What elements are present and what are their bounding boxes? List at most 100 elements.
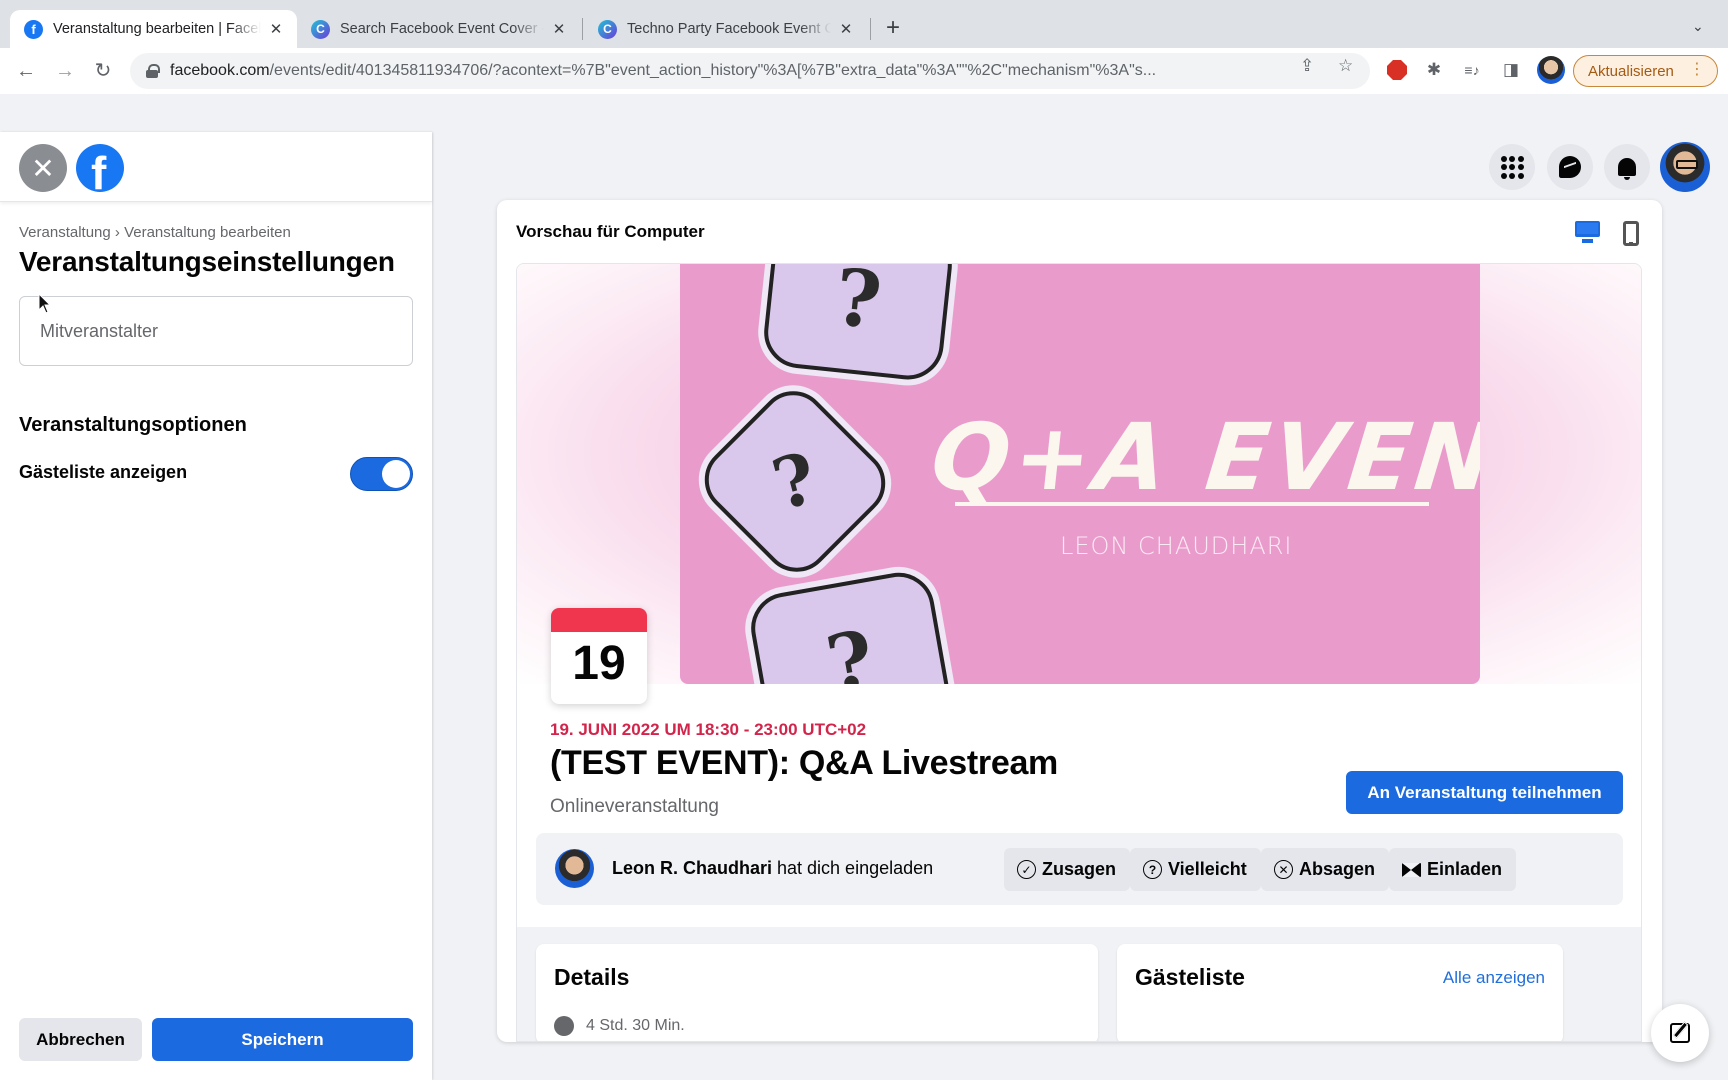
event-cover-image: ? ? ? Q+A EVENT LEON CHAUDHARI [680, 264, 1480, 684]
inviter-avatar[interactable] [555, 849, 594, 888]
address-bar[interactable]: facebook.com/events/edit/401345811934706… [130, 53, 1370, 89]
details-title: Details [554, 964, 630, 990]
guest-list-label: Gästeliste anzeigen [19, 462, 188, 482]
guest-list-title: Gästeliste [1135, 964, 1245, 990]
canva-favicon-icon: C [311, 19, 330, 39]
compose-icon [1670, 1023, 1690, 1043]
mobile-preview-icon[interactable] [1623, 221, 1639, 246]
x-circle-icon: ✕ [1274, 860, 1293, 879]
calendar-date-badge: 19 [551, 608, 647, 704]
preview-title: Vorschau für Computer [516, 222, 705, 241]
facebook-logo-icon[interactable]: f [76, 144, 124, 192]
account-avatar[interactable] [1660, 142, 1710, 192]
new-tab-button[interactable]: + [886, 16, 900, 40]
tab-techno-party-event-cover[interactable]: C Techno Party Facebook Event Cover ✕ [584, 10, 867, 48]
close-icon[interactable]: ✕ [19, 144, 67, 192]
invitation-bar: Leon R. Chaudhari hat dich eingeladen ✓ … [536, 833, 1623, 905]
save-button[interactable]: Speichern [152, 1018, 413, 1061]
speech-bubble-question-icon: ? [745, 567, 956, 684]
invitation-text: Leon R. Chaudhari hat dich eingeladen [612, 858, 934, 878]
tab-title: Veranstaltung bearbeiten | Facebook [53, 21, 261, 37]
reload-button[interactable]: ↻ [90, 58, 116, 84]
cover-headline: Q+A EVENT [926, 404, 1480, 511]
guest-list-card: Gästeliste Alle anzeigen [1117, 944, 1563, 1041]
canva-favicon-icon: C [598, 19, 617, 39]
duration-text: 4 Std. 30 Min. [586, 1017, 685, 1034]
rsvp-label: Zusagen [1042, 859, 1117, 879]
rsvp-label: Vielleicht [1168, 859, 1247, 879]
mouse-cursor-icon [38, 293, 52, 314]
rsvp-going-button[interactable]: ✓ Zusagen [1004, 848, 1131, 891]
cover-subtitle: LEON CHAUDHARI [1060, 532, 1293, 560]
calendar-header [551, 608, 647, 632]
menu-grid-button[interactable] [1489, 144, 1535, 190]
duration-row: 4 Std. 30 Min. [554, 1016, 685, 1036]
invite-button[interactable]: Einladen [1389, 848, 1517, 891]
toggle-knob [382, 460, 410, 488]
desktop-preview-icon[interactable] [1575, 221, 1600, 245]
options-section-title: Veranstaltungsoptionen [19, 414, 247, 436]
new-message-button[interactable] [1651, 1004, 1709, 1062]
clock-icon [554, 1016, 574, 1036]
rsvp-maybe-button[interactable]: ? Vielleicht [1130, 848, 1261, 891]
page-title: Veranstaltungseinstellungen [19, 246, 395, 277]
panel-header: ✕ f [0, 132, 432, 202]
tab-title: Search Facebook Event Cover - Canva [340, 21, 544, 37]
lock-icon[interactable] [146, 64, 160, 78]
cancel-button[interactable]: Abbrechen [19, 1018, 142, 1061]
rsvp-decline-button[interactable]: ✕ Absagen [1261, 848, 1390, 891]
tab-title: Techno Party Facebook Event Cover [627, 21, 831, 37]
calendar-day: 19 [572, 637, 626, 690]
details-card: Details 4 Std. 30 Min. [536, 944, 1098, 1041]
cover-divider [955, 502, 1429, 506]
update-button[interactable]: Aktualisieren ⋮ [1573, 55, 1718, 87]
tab-close-icon[interactable]: ✕ [837, 20, 855, 38]
guest-list-toggle[interactable] [350, 457, 413, 491]
tab-separator [582, 18, 583, 40]
grid-menu-icon [1500, 155, 1524, 179]
envelope-icon [1402, 862, 1421, 877]
update-label: Aktualisieren [1588, 62, 1674, 80]
extensions-puzzle-icon[interactable]: ✱ [1421, 57, 1447, 83]
event-type: Onlineveranstaltung [550, 796, 719, 817]
tab-close-icon[interactable]: ✕ [550, 20, 568, 38]
media-control-icon[interactable]: ≡♪ [1459, 57, 1485, 83]
event-page-preview: ? ? ? Q+A EVENT LEON CHAUDHARI 19 19. JU… [516, 263, 1642, 1042]
url-text[interactable]: facebook.com/events/edit/401345811934706… [170, 62, 1300, 80]
bookmark-star-icon[interactable]: ☆ [1338, 56, 1353, 76]
event-title: (TEST EVENT): Q&A Livestream [550, 744, 1058, 782]
tab-close-icon[interactable]: ✕ [267, 20, 285, 38]
cohost-input[interactable]: Mitveranstalter [19, 296, 413, 366]
check-circle-icon: ✓ [1017, 860, 1036, 879]
join-event-button[interactable]: An Veranstaltung teilnehmen [1346, 771, 1623, 814]
event-settings-panel: ✕ f Veranstaltung › Veranstaltung bearbe… [0, 132, 432, 1080]
adblock-extension-icon[interactable] [1384, 57, 1410, 83]
bell-icon [1618, 158, 1636, 180]
inviter-name[interactable]: Leon R. Chaudhari [612, 858, 772, 878]
cohost-placeholder: Mitveranstalter [40, 320, 159, 341]
rsvp-label: Einladen [1427, 859, 1503, 879]
forward-button[interactable]: → [52, 58, 78, 84]
notifications-button[interactable] [1604, 144, 1650, 190]
messenger-button[interactable] [1547, 144, 1593, 190]
rsvp-label: Absagen [1299, 859, 1376, 879]
event-preview-card: Vorschau für Computer ? ? ? Q+A EVENT LE… [497, 200, 1662, 1042]
speech-bubble-question-icon: ? [690, 377, 900, 586]
speech-bubble-question-icon: ? [760, 264, 956, 383]
tab-separator [870, 18, 871, 40]
browser-tabstrip: f Veranstaltung bearbeiten | Facebook ✕ … [0, 0, 1728, 48]
question-circle-icon: ? [1143, 860, 1162, 879]
browser-menu-icon[interactable]: ⋮ [1689, 60, 1705, 80]
share-icon[interactable]: ⇪ [1300, 56, 1314, 76]
breadcrumb[interactable]: Veranstaltung › Veranstaltung bearbeiten [19, 224, 291, 241]
tab-veranstaltung-bearbeiten[interactable]: f Veranstaltung bearbeiten | Facebook ✕ [10, 10, 297, 48]
facebook-favicon-icon: f [24, 19, 43, 39]
browser-profile-avatar[interactable] [1537, 56, 1565, 84]
back-button[interactable]: ← [13, 58, 39, 84]
tab-search-facebook-event-cover[interactable]: C Search Facebook Event Cover - Canva ✕ [297, 10, 580, 48]
tab-search-chevron-icon[interactable]: ⌄ [1692, 18, 1704, 35]
see-all-guests-link[interactable]: Alle anzeigen [1443, 968, 1545, 988]
messenger-icon [1559, 156, 1581, 178]
browser-toolbar: ← → ↻ facebook.com/events/edit/401345811… [0, 48, 1728, 94]
side-panel-icon[interactable]: ◨ [1498, 57, 1524, 83]
